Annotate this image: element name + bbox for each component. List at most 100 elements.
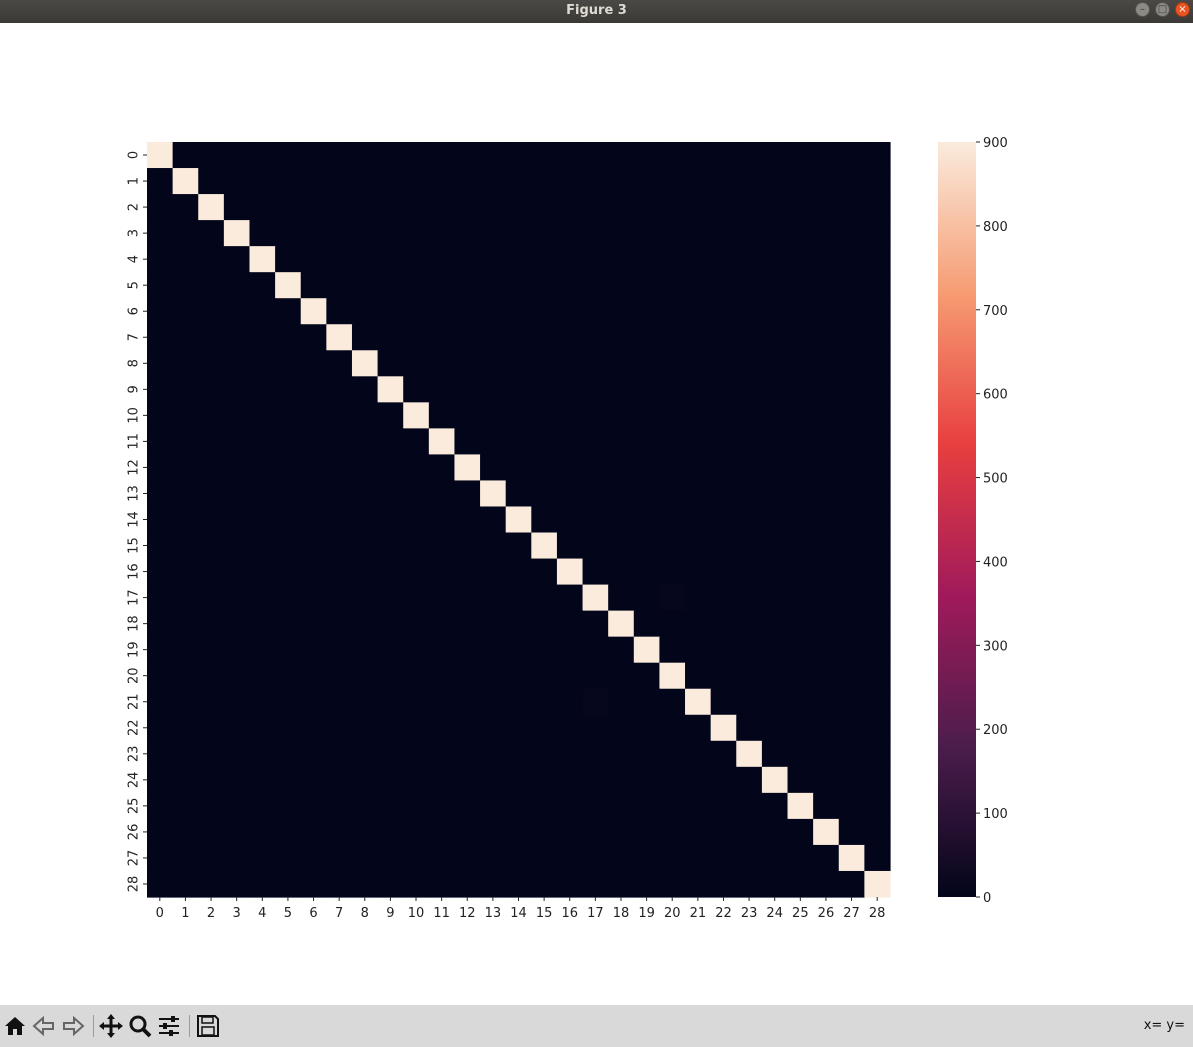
heatmap-cell: [377, 844, 404, 872]
heatmap-cell: [428, 870, 456, 898]
heatmap-cell: [736, 662, 763, 690]
heatmap-cell: [480, 714, 507, 742]
heatmap-cell: [351, 168, 379, 195]
heatmap-cell: [633, 506, 661, 534]
figure-canvas[interactable]: 0 1 2 3 4 5 6 7 8 9 10 11 12 13 14 15 16 17 18 19 20 21 22 23 24…: [0, 23, 1193, 1005]
heatmap-cell: [505, 584, 532, 612]
heatmap-cell: [249, 818, 276, 846]
heatmap-cell: [505, 818, 532, 846]
heatmap-cell: [761, 610, 789, 638]
pan-button[interactable]: [98, 1013, 124, 1039]
heatmap-cell: [736, 506, 763, 534]
heatmap-cell: [710, 610, 737, 638]
heatmap-cell: [275, 142, 302, 169]
heatmap-cell: [377, 142, 404, 169]
heatmap-cell: [351, 454, 379, 482]
heatmap-cell: [377, 584, 404, 612]
save-button[interactable]: [195, 1013, 221, 1039]
heatmap-cell: [787, 636, 814, 664]
heatmap-cell: [172, 168, 199, 195]
heatmap-cell: [813, 428, 840, 456]
heatmap-cell: [761, 532, 789, 560]
heatmap-cell: [351, 480, 379, 508]
heatmap-cell: [582, 272, 609, 299]
heatmap-cell: [351, 584, 379, 612]
heatmap-cell: [685, 558, 712, 586]
heatmap-cell: [633, 714, 661, 742]
heatmap-cell: [659, 298, 686, 325]
maximize-button[interactable]: □: [1155, 2, 1170, 17]
heatmap-cell: [147, 636, 174, 664]
heatmap-cell: [787, 584, 814, 612]
heatmap-cell: [147, 142, 174, 169]
heatmap-cell: [838, 714, 865, 742]
heatmap-cell: [326, 610, 353, 638]
heatmap-cell: [326, 402, 353, 429]
heatmap-cell: [351, 298, 379, 325]
heatmap-cell: [633, 272, 661, 299]
heatmap-cell: [275, 402, 302, 429]
colorbar: [938, 142, 976, 897]
forward-icon: [63, 1015, 85, 1037]
heatmap-cell: [377, 324, 404, 351]
back-button[interactable]: [31, 1013, 57, 1039]
heatmap-cell: [172, 246, 199, 273]
heatmap-cell: [223, 272, 251, 299]
heatmap-cell: [659, 246, 686, 273]
heatmap-cell: [275, 532, 302, 560]
heatmap-cell: [428, 272, 456, 299]
heatmap-cell: [864, 844, 891, 872]
heatmap-cell: [377, 168, 404, 195]
heatmap-cell: [377, 714, 404, 742]
heatmap-cell: [326, 272, 353, 299]
heatmap-cell: [351, 714, 379, 742]
heatmap-cell: [403, 506, 430, 534]
heatmap-cell: [531, 506, 558, 534]
heatmap-cell: [582, 584, 609, 612]
close-button[interactable]: ×: [1175, 2, 1190, 17]
heatmap-cell: [377, 246, 404, 273]
heatmap-cell: [556, 766, 584, 794]
heatmap-cell: [300, 428, 327, 456]
heatmap-cell: [761, 844, 789, 872]
heatmap-cell: [787, 870, 814, 898]
heatmap-cell: [249, 142, 276, 169]
heatmap-cell: [659, 766, 686, 794]
heatmap-cell: [582, 870, 609, 898]
heatmap-cell: [659, 610, 686, 638]
heatmap-cell: [326, 792, 353, 820]
heatmap-cell: [249, 844, 276, 872]
heatmap-cell: [428, 324, 456, 351]
heatmap-cell: [710, 792, 737, 820]
heatmap-cell: [480, 636, 507, 664]
heatmap-cell: [659, 376, 686, 403]
heatmap-cell: [300, 688, 327, 716]
x-tick-label: 25: [792, 906, 809, 921]
heatmap-cell: [480, 376, 507, 403]
heatmap-cell: [761, 480, 789, 508]
heatmap-cell: [633, 558, 661, 586]
forward-button[interactable]: [60, 1013, 86, 1039]
heatmap-cell: [428, 402, 456, 429]
heatmap-cell: [428, 246, 456, 273]
heatmap-cell: [685, 324, 712, 351]
heatmap-cell: [198, 194, 225, 221]
x-tick-label: 16: [561, 906, 578, 921]
configure-button[interactable]: [156, 1013, 182, 1039]
zoom-button[interactable]: [127, 1013, 153, 1039]
heatmap-cell: [710, 454, 737, 482]
heatmap-cell: [454, 454, 481, 482]
minimize-button[interactable]: –: [1135, 2, 1150, 17]
heatmap-cell: [685, 480, 712, 508]
heatmap-cell: [480, 194, 507, 221]
heatmap-cell: [480, 220, 507, 247]
heatmap-cell: [351, 272, 379, 299]
heatmap-cell: [223, 376, 251, 403]
heatmap-cell: [377, 298, 404, 325]
heatmap-cell: [223, 662, 251, 690]
heatmap-cell: [326, 558, 353, 586]
heatmap-cell: [787, 792, 814, 820]
heatmap-cell: [326, 740, 353, 768]
home-button[interactable]: [2, 1013, 28, 1039]
heatmap-cell: [659, 818, 686, 846]
